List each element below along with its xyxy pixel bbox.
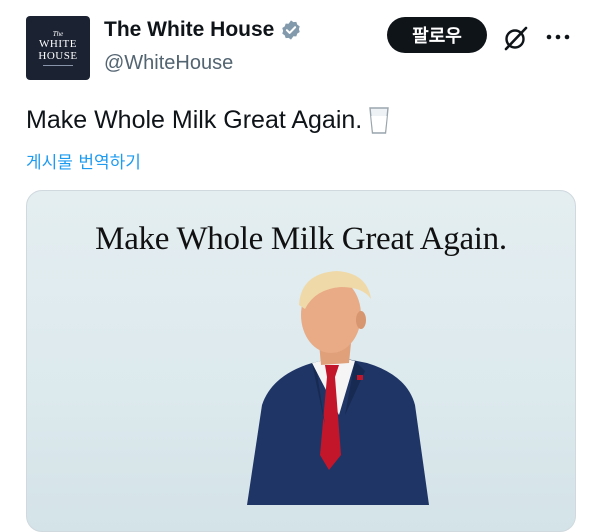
verified-badge-icon — [282, 20, 301, 40]
avatar-line1: The — [52, 30, 64, 38]
milk-glass-icon — [369, 107, 390, 134]
follow-button[interactable]: 팔로우 — [387, 17, 487, 53]
person-figure — [247, 271, 429, 505]
tweet-media[interactable]: Make Whole Milk Great Again. — [26, 190, 576, 532]
account-name[interactable]: The White House — [104, 18, 274, 42]
media-headline: Make Whole Milk Great Again. — [95, 221, 507, 257]
account-handle[interactable]: @WhiteHouse — [104, 52, 233, 75]
account-name-row: The White House — [104, 18, 302, 42]
tweet-text-content: Make Whole Milk Great Again. — [26, 105, 363, 134]
tweet-text: Make Whole Milk Great Again. — [26, 105, 390, 135]
more-icon[interactable] — [545, 33, 571, 41]
avatar-divider — [43, 65, 73, 66]
translate-link[interactable]: 게시물 번역하기 — [26, 148, 141, 173]
account-avatar[interactable]: The WHITE HOUSE — [26, 16, 90, 80]
grok-icon[interactable] — [502, 24, 530, 52]
avatar-line3: HOUSE — [38, 50, 78, 62]
avatar-line2: WHITE — [39, 38, 77, 50]
